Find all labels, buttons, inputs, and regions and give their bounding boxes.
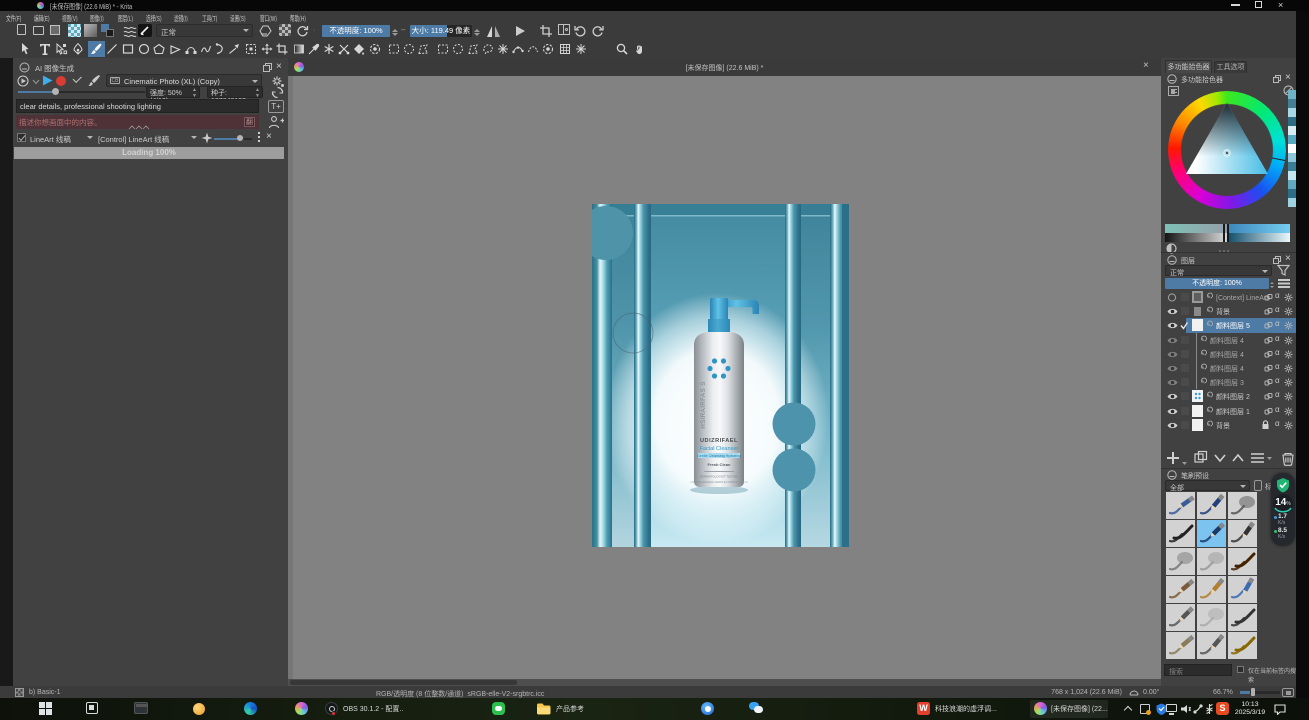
svg-text:Fresh Clean: Fresh Clean xyxy=(708,462,731,467)
svg-text:HYPOALLERGENIC GENTLE FORMULA: HYPOALLERGENIC GENTLE FORMULA 150 ml xyxy=(691,480,748,484)
svg-text:UDIZRIFAEL: UDIZRIFAEL xyxy=(700,438,738,444)
svg-text:DERMATOLOGIST TESTED: DERMATOLOGIST TESTED xyxy=(700,475,739,479)
svg-text:HSIRAIRFAS S: HSIRAIRFAS S xyxy=(700,381,707,428)
svg-text:Facial Cleanser: Facial Cleanser xyxy=(700,446,739,452)
svg-text:Gentle Cleansing Hydrating: Gentle Cleansing Hydrating xyxy=(697,454,741,458)
